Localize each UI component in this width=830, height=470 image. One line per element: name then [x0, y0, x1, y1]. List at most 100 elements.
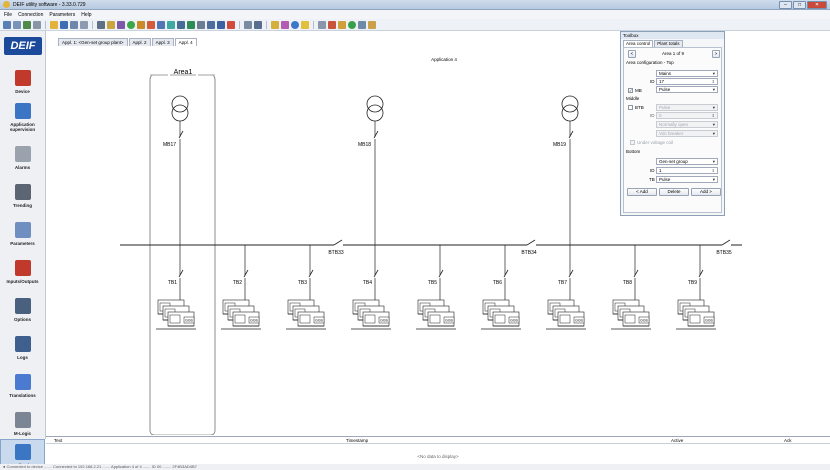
- breaker-switch-icon[interactable]: [438, 269, 444, 278]
- tab-appl-1[interactable]: Appl. 1: <Gen-set group plant>: [58, 38, 128, 46]
- tb-type-select[interactable]: Pulse: [656, 176, 718, 183]
- mb-checkbox[interactable]: ✓: [628, 88, 633, 93]
- menu-help[interactable]: Help: [81, 12, 91, 18]
- breaker-switch-icon[interactable]: [373, 130, 379, 139]
- tool-icon[interactable]: [368, 20, 376, 29]
- menu-connection[interactable]: Connection: [18, 12, 43, 18]
- disconnect-icon[interactable]: [13, 20, 21, 29]
- sidebar-item-io[interactable]: Inputs/Outputs: [0, 249, 45, 287]
- write-icon[interactable]: [70, 20, 78, 29]
- device-list-icon[interactable]: [33, 20, 41, 29]
- bus-tie-breaker[interactable]: BTB35: [716, 239, 732, 256]
- genset-group[interactable]: TB5 GGS: [416, 245, 456, 330]
- status-ok-icon[interactable]: [127, 20, 135, 29]
- maximize-button[interactable]: □: [793, 1, 806, 9]
- sidebar-item-parameters[interactable]: Parameters: [0, 211, 45, 249]
- sidebar-item-options[interactable]: Options: [0, 287, 45, 325]
- chart-icon[interactable]: [117, 20, 125, 29]
- breaker-switch-icon[interactable]: [178, 130, 184, 139]
- sidebar-item-alarms[interactable]: Alarms: [0, 135, 45, 173]
- graph-icon[interactable]: [254, 20, 262, 29]
- window-icon[interactable]: [318, 20, 326, 29]
- mains-feeder[interactable]: MB19: [553, 95, 579, 245]
- run-icon[interactable]: [348, 20, 356, 29]
- edit-icon[interactable]: [157, 20, 165, 29]
- bus-tie-breaker[interactable]: BTB33: [328, 239, 344, 256]
- tab-area-control[interactable]: Area control: [623, 40, 654, 47]
- btb-type-select[interactable]: Pulse: [656, 104, 718, 111]
- breaker-switch-icon[interactable]: [568, 130, 574, 139]
- top-id-input[interactable]: 17: [656, 78, 718, 85]
- open-icon[interactable]: [50, 20, 58, 29]
- col-timestamp[interactable]: Timestamp: [346, 438, 368, 443]
- breaker-switch-icon[interactable]: [503, 269, 509, 278]
- col-active[interactable]: Active: [671, 438, 683, 443]
- genset-group[interactable]: TB3 GGS: [286, 245, 326, 330]
- middle-breaker-select[interactable]: Vdc breaker: [656, 130, 718, 137]
- history-icon[interactable]: [338, 20, 346, 29]
- refresh-icon[interactable]: [167, 20, 175, 29]
- connect-icon[interactable]: [3, 20, 11, 29]
- key-icon[interactable]: [358, 20, 366, 29]
- middle-state-select[interactable]: Normally open: [656, 121, 718, 128]
- add-left-button[interactable]: < Add: [627, 188, 657, 196]
- genset-group[interactable]: TB8 GGS: [611, 245, 651, 330]
- breaker-switch-icon[interactable]: [568, 269, 574, 278]
- mains-feeder[interactable]: MB18: [358, 95, 384, 245]
- close-button[interactable]: ✕: [807, 1, 827, 9]
- minimize-button[interactable]: –: [779, 1, 792, 9]
- sidebar-item-mlogic[interactable]: M-Logic: [0, 401, 45, 439]
- genset-group[interactable]: TB9 GGS: [676, 245, 716, 330]
- bus-tie-breaker[interactable]: BTB34: [521, 239, 537, 256]
- genset-group[interactable]: TB6 GGS: [481, 245, 521, 330]
- col-text[interactable]: Text: [54, 438, 62, 443]
- breaker-switch-icon[interactable]: [698, 269, 704, 278]
- network-icon[interactable]: [23, 20, 31, 29]
- add-right-button[interactable]: Add >: [691, 188, 721, 196]
- grid-icon[interactable]: [187, 20, 195, 29]
- sync-icon[interactable]: [137, 20, 145, 29]
- sidebar-item-logs[interactable]: Logs: [0, 325, 45, 363]
- bars-icon[interactable]: [244, 20, 252, 29]
- monitor-icon[interactable]: [217, 20, 225, 29]
- upload-icon[interactable]: [107, 20, 115, 29]
- tab-appl-3[interactable]: Appl. 3: [151, 38, 174, 46]
- breaker-switch-icon[interactable]: [633, 269, 639, 278]
- sum-icon[interactable]: [207, 20, 215, 29]
- menu-parameters[interactable]: Parameters: [49, 12, 75, 18]
- info-icon[interactable]: [291, 20, 299, 29]
- print-icon[interactable]: [80, 20, 88, 29]
- col-ack[interactable]: Ack: [784, 438, 792, 443]
- middle-id-input[interactable]: 0: [656, 112, 718, 119]
- settings-icon[interactable]: [271, 20, 279, 29]
- mb-type-select[interactable]: Pulse: [656, 86, 718, 93]
- under-voltage-checkbox[interactable]: [630, 140, 635, 145]
- genset-group[interactable]: TB1 GGS: [156, 245, 196, 330]
- delete-button[interactable]: Delete: [659, 188, 689, 196]
- breaker-switch-icon[interactable]: [308, 269, 314, 278]
- area-next-button[interactable]: >: [712, 50, 720, 58]
- menu-file[interactable]: File: [4, 12, 12, 18]
- plugin-icon[interactable]: [281, 20, 289, 29]
- breaker-switch-icon[interactable]: [178, 269, 184, 278]
- bottom-type-select[interactable]: Gen-set group: [656, 158, 718, 165]
- bottom-id-input[interactable]: 1: [656, 167, 718, 174]
- sidebar-item-supervision[interactable]: Application supervision: [0, 97, 45, 135]
- breaker-switch-icon[interactable]: [373, 269, 379, 278]
- top-type-select[interactable]: Mains: [656, 70, 718, 77]
- breaker-switch-icon[interactable]: [243, 269, 249, 278]
- record-icon[interactable]: [328, 20, 336, 29]
- tab-appl-4[interactable]: Appl. 4: [174, 38, 197, 46]
- tab-appl-2[interactable]: Appl. 2: [128, 38, 151, 46]
- genset-group[interactable]: TB4 GGS: [351, 245, 391, 330]
- help-icon[interactable]: [301, 20, 309, 29]
- alarm-icon[interactable]: [147, 20, 155, 29]
- tab-plant-totals[interactable]: Plant totals: [654, 40, 683, 47]
- genset-group[interactable]: TB7 GGS: [546, 245, 586, 330]
- sidebar-item-device[interactable]: Device: [0, 59, 45, 97]
- sidebar-item-trending[interactable]: Trending: [0, 173, 45, 211]
- save-icon[interactable]: [60, 20, 68, 29]
- sidebar-item-translations[interactable]: Translations: [0, 363, 45, 401]
- btb-checkbox[interactable]: [628, 105, 633, 110]
- mains-feeder[interactable]: MB17: [163, 95, 189, 245]
